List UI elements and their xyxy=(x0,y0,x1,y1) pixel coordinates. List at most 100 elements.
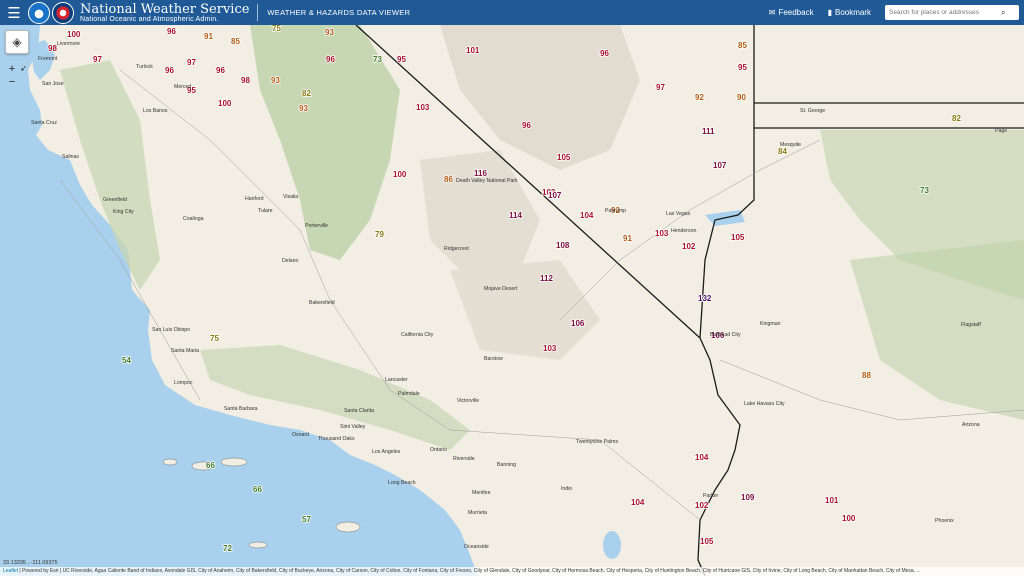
place-label: Delano xyxy=(282,258,299,264)
place-label: Turlock xyxy=(136,64,153,70)
temperature-label[interactable]: 93 xyxy=(270,75,281,86)
place-label: Henderson xyxy=(671,228,696,234)
temperature-label[interactable]: 104 xyxy=(579,210,594,221)
temperature-label[interactable]: 96 xyxy=(215,65,226,76)
temperature-label[interactable]: 96 xyxy=(521,120,532,131)
temperature-label[interactable]: 107 xyxy=(547,190,562,201)
place-label: Santa Clarita xyxy=(344,408,374,414)
temperature-label[interactable]: 91 xyxy=(203,31,214,42)
zoom-out-button[interactable]: − xyxy=(5,75,19,88)
temperature-label[interactable]: 105 xyxy=(556,152,571,163)
temperature-label[interactable]: 93 xyxy=(324,27,335,38)
temperature-label[interactable]: 103 xyxy=(415,102,430,113)
temperature-label[interactable]: 100 xyxy=(66,29,81,40)
place-label: Page xyxy=(995,128,1007,134)
temperature-label[interactable]: 85 xyxy=(737,40,748,51)
temperature-label[interactable]: 116 xyxy=(473,168,488,179)
temperature-label[interactable]: 98 xyxy=(240,75,251,86)
map-canvas[interactable]: 100 98 97 96 91 85 75 93 73 95 96 82 97 96 95 98 100 93 96… xyxy=(0,25,1024,576)
temperature-label[interactable]: 84 xyxy=(777,146,788,157)
brand-block: National Weather Service National Oceani… xyxy=(80,3,249,23)
place-label: Los Banos xyxy=(143,108,168,114)
temperature-label[interactable]: 103 xyxy=(654,228,669,239)
temperature-label[interactable]: 96 xyxy=(599,48,610,59)
temperature-label[interactable]: 88 xyxy=(861,370,872,381)
temperature-label[interactable]: 111 xyxy=(701,126,716,137)
place-label: Las Vegas xyxy=(666,211,691,217)
locate-icon[interactable]: ➶ xyxy=(20,64,27,73)
leaflet-link[interactable]: Leaflet xyxy=(3,568,18,574)
temperature-label[interactable]: 66 xyxy=(252,484,263,495)
temperature-label[interactable]: 97 xyxy=(92,54,103,65)
temperature-label[interactable]: 90 xyxy=(736,92,747,103)
app-title: WEATHER & HAZARDS DATA VIEWER xyxy=(267,8,411,17)
temperature-label[interactable]: 108 xyxy=(555,240,570,251)
header-actions: ✉ Feedback ▮ Bookmark ⌕ xyxy=(769,0,1024,25)
temperature-label[interactable]: 73 xyxy=(919,185,930,196)
temperature-label[interactable]: 82 xyxy=(301,88,312,99)
temperature-label[interactable]: 101 xyxy=(465,45,480,56)
zoom-in-button[interactable]: + xyxy=(5,62,19,75)
bookmark-button[interactable]: ▮ Bookmark xyxy=(828,8,871,17)
temperature-label[interactable]: 102 xyxy=(681,241,696,252)
temperature-label[interactable]: 92 xyxy=(694,92,705,103)
hamburger-menu-icon[interactable]: ☰ xyxy=(0,0,28,25)
place-label: California City xyxy=(401,332,434,338)
place-label: Parker xyxy=(703,493,719,499)
temperature-label[interactable]: 102 xyxy=(694,500,709,511)
temperature-label[interactable]: 95 xyxy=(737,62,748,73)
temperature-label[interactable]: 73 xyxy=(372,54,383,65)
temperature-label[interactable]: 54 xyxy=(121,355,132,366)
temperature-label[interactable]: 96 xyxy=(325,54,336,65)
temperature-label[interactable]: 103 xyxy=(542,343,557,354)
temperature-label[interactable]: 79 xyxy=(374,229,385,240)
temperature-label[interactable]: 100 xyxy=(841,513,856,524)
attribution-text: | Powered by Esri | UC Riverside, Agua C… xyxy=(19,568,921,574)
layers-toggle-button[interactable]: ◈ xyxy=(5,30,29,54)
temperature-label[interactable]: 112 xyxy=(539,273,554,284)
temperature-label[interactable]: 85 xyxy=(230,36,241,47)
place-label: Santa Cruz xyxy=(31,120,57,126)
temperature-label[interactable]: 104 xyxy=(694,452,709,463)
temperature-label[interactable]: 107 xyxy=(712,160,727,171)
temperature-label[interactable]: 57 xyxy=(301,514,312,525)
temperature-label[interactable]: 86 xyxy=(443,174,454,185)
place-label: Salinas xyxy=(62,154,79,160)
temperature-label[interactable]: 101 xyxy=(824,495,839,506)
temperature-label[interactable]: 132 xyxy=(697,293,712,304)
temperature-label[interactable]: 91 xyxy=(622,233,633,244)
layers-icon: ◈ xyxy=(12,35,22,49)
temperature-label[interactable]: 105 xyxy=(730,232,745,243)
envelope-icon: ✉ xyxy=(768,8,776,17)
temperature-label[interactable]: 100 xyxy=(217,98,232,109)
temperature-label[interactable]: 96 xyxy=(166,26,177,37)
place-label: Long Beach xyxy=(388,480,416,486)
temperature-label[interactable]: 106 xyxy=(570,318,585,329)
temperature-label[interactable]: 96 xyxy=(164,65,175,76)
place-label: Palmdale xyxy=(398,391,420,397)
search-icon[interactable]: ⌕ xyxy=(1001,8,1005,18)
cursor-coordinates: 33.13295 , -111.09375 xyxy=(3,560,58,566)
temperature-label[interactable]: 100 xyxy=(392,169,407,180)
search-input[interactable] xyxy=(889,9,1001,16)
temperature-label[interactable]: 82 xyxy=(951,113,962,124)
temperature-label[interactable]: 66 xyxy=(205,460,216,471)
island-santa-rosa xyxy=(220,457,248,467)
temperature-label[interactable]: 104 xyxy=(630,497,645,508)
search-box: ⌕ xyxy=(885,5,1019,20)
temperature-label[interactable]: 97 xyxy=(186,57,197,68)
temperature-label[interactable]: 105 xyxy=(699,536,714,547)
place-label: Bakersfield xyxy=(309,300,335,306)
feedback-button[interactable]: ✉ Feedback xyxy=(769,8,814,17)
temperature-label[interactable]: 75 xyxy=(209,333,220,344)
temperature-label[interactable]: 75 xyxy=(271,25,282,34)
temperature-label[interactable]: 72 xyxy=(222,543,233,554)
temperature-label[interactable]: 114 xyxy=(508,210,523,221)
place-label: Los Angeles xyxy=(372,449,401,455)
place-label: Indio xyxy=(561,486,572,492)
temperature-label[interactable]: 109 xyxy=(740,492,755,503)
place-label: Murrieta xyxy=(468,510,487,516)
temperature-label[interactable]: 95 xyxy=(396,54,407,65)
temperature-label[interactable]: 93 xyxy=(298,103,309,114)
temperature-label[interactable]: 97 xyxy=(655,82,666,93)
